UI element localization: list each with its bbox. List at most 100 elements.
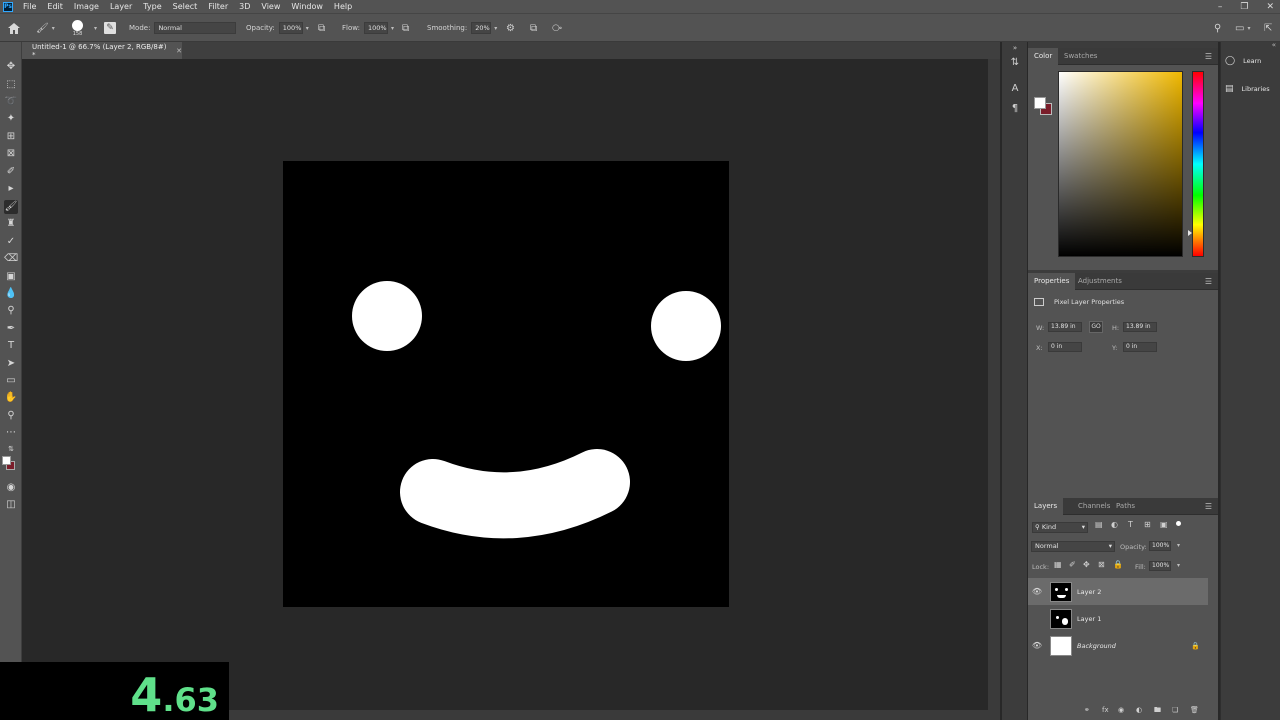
opacity-field[interactable]: 100% [278, 22, 303, 34]
dodge-tool-icon[interactable]: ⚲ [4, 304, 18, 318]
menu-edit[interactable]: Edit [47, 0, 63, 13]
hand-tool-icon[interactable]: ✋ [4, 391, 18, 405]
swap-colors-icon[interactable]: ⇅ [4, 442, 18, 456]
layer-row-layer-2[interactable]: 👁 Layer 2 [1028, 578, 1208, 605]
x-field[interactable]: 0 in [1048, 342, 1082, 352]
learn-button[interactable]: ◯ Learn [1225, 56, 1261, 66]
layer-row-layer-1[interactable]: Layer 1 [1028, 605, 1208, 632]
background-visibility-eye-icon[interactable]: 👁 [1028, 641, 1046, 650]
clone-stamp-tool-icon[interactable]: ♜ [4, 217, 18, 231]
filter-type-icon[interactable]: T [1128, 520, 1133, 529]
gradient-tool-icon[interactable]: ▣ [4, 270, 18, 284]
brush-tool-icon[interactable]: 🖌 [4, 200, 18, 214]
brush-size-caret-icon[interactable]: ▾ [94, 25, 97, 32]
magic-wand-tool-icon[interactable]: ✦ [4, 112, 18, 126]
healing-brush-tool-icon[interactable]: ▸ [4, 182, 18, 196]
smoothing-field[interactable]: 20% [471, 22, 492, 34]
document-canvas[interactable] [283, 161, 729, 607]
brush-size-picker[interactable]: 158 [72, 14, 83, 42]
opacity-caret-icon[interactable]: ▾ [306, 25, 309, 32]
menu-view[interactable]: View [261, 0, 280, 13]
layer-opacity-field[interactable]: 100% [1149, 541, 1171, 551]
height-field[interactable]: 13.89 in [1123, 322, 1157, 332]
tab-swatches[interactable]: Swatches [1058, 48, 1103, 65]
menu-select[interactable]: Select [173, 0, 198, 13]
hue-slider[interactable] [1192, 71, 1204, 257]
mode-select[interactable]: Normal [154, 22, 237, 34]
vertical-scrollbar[interactable] [988, 59, 1000, 720]
paragraph-panel-icon[interactable]: ¶ [1008, 102, 1022, 116]
layer-opacity-caret-icon[interactable]: ▾ [1177, 542, 1180, 549]
menu-window[interactable]: Window [291, 0, 323, 13]
menu-3d[interactable]: 3D [239, 0, 250, 13]
link-dimensions-button[interactable]: GO [1089, 321, 1103, 333]
history-panel-icon[interactable]: ⇅ [1008, 56, 1022, 70]
libraries-button[interactable]: ▤ Libraries [1225, 84, 1270, 94]
flow-field[interactable]: 100% [363, 22, 388, 34]
filter-shape-icon[interactable]: ⊞ [1144, 520, 1151, 529]
search-icon[interactable]: ⚲ [1214, 23, 1221, 34]
lock-artboard-icon[interactable]: ⊠ [1098, 560, 1105, 569]
tab-properties[interactable]: Properties [1028, 273, 1076, 290]
share-icon[interactable]: ⇱ [1264, 23, 1272, 34]
new-group-icon[interactable]: 🖿 [1154, 706, 1161, 717]
color-panel-menu-icon[interactable]: ☰ [1205, 52, 1212, 61]
marquee-tool-icon[interactable]: ⬚ [4, 78, 18, 92]
brush-settings-icon[interactable]: ✎ [104, 14, 116, 42]
symmetry-icon[interactable]: ⧂ [552, 23, 562, 34]
tab-layers[interactable]: Layers [1028, 498, 1064, 515]
dock-expand-icon[interactable]: « [1272, 41, 1276, 49]
new-adjustment-layer-icon[interactable]: ◐ [1136, 706, 1142, 714]
type-tool-icon[interactable]: T [4, 339, 18, 353]
blend-mode-select[interactable]: Normal ▾ [1031, 541, 1115, 552]
dock-collapse-icon[interactable]: » [1008, 41, 1022, 55]
rectangle-tool-icon[interactable]: ▭ [4, 374, 18, 388]
blur-tool-icon[interactable]: 💧 [4, 287, 18, 301]
brush-tool-preset-icon[interactable]: 🖌 ▾ [36, 14, 55, 42]
color-foreground-swatch[interactable] [1034, 97, 1046, 109]
airbrush-icon[interactable]: ⧉ [402, 23, 409, 34]
eyedropper-tool-icon[interactable]: ✐ [4, 165, 18, 179]
close-icon[interactable]: ✕ [1266, 2, 1274, 12]
filter-smart-object-icon[interactable]: ▣ [1160, 520, 1168, 529]
eraser-tool-icon[interactable]: ⌫ [4, 252, 18, 266]
more-tools-icon[interactable]: ⋯ [4, 426, 18, 440]
foreground-color-swatch[interactable] [2, 456, 11, 465]
smoothing-gear-icon[interactable]: ⚙ [506, 23, 515, 34]
filter-toggle-icon[interactable] [1176, 521, 1181, 526]
menu-filter[interactable]: Filter [208, 0, 228, 13]
color-picker-field[interactable] [1058, 71, 1183, 257]
crop-tool-icon[interactable]: ⊞ [4, 130, 18, 144]
layer-filter-kind[interactable]: ⚲ Kind ▾ [1032, 522, 1088, 533]
pressure-size-icon[interactable]: ⧉ [530, 23, 537, 34]
layer-2-visibility-eye-icon[interactable]: 👁 [1028, 587, 1046, 596]
menu-help[interactable]: Help [334, 0, 352, 13]
home-icon[interactable] [8, 14, 20, 42]
tab-adjustments[interactable]: Adjustments [1072, 273, 1128, 290]
character-panel-icon[interactable]: A [1008, 82, 1022, 96]
fill-field[interactable]: 100% [1149, 561, 1171, 571]
document-tab[interactable]: Untitled-1 @ 66.7% (Layer 2, RGB/8#) * ✕ [22, 42, 182, 59]
layer-style-fx-icon[interactable]: fx [1102, 706, 1109, 714]
zoom-tool-icon[interactable]: ⚲ [4, 409, 18, 423]
menu-type[interactable]: Type [143, 0, 161, 13]
menu-image[interactable]: Image [74, 0, 99, 13]
menu-file[interactable]: File [23, 0, 36, 13]
layers-panel-menu-icon[interactable]: ☰ [1205, 502, 1212, 511]
restore-icon[interactable]: ❐ [1240, 2, 1248, 12]
minimize-icon[interactable]: – [1218, 2, 1223, 12]
pressure-opacity-icon[interactable]: ⧉ [318, 23, 325, 34]
link-layers-icon[interactable]: ⚭ [1084, 706, 1090, 714]
tab-paths[interactable]: Paths [1110, 498, 1141, 515]
filter-adjustment-icon[interactable]: ◐ [1111, 520, 1118, 529]
properties-panel-menu-icon[interactable]: ☰ [1205, 277, 1212, 286]
y-field[interactable]: 0 in [1123, 342, 1157, 352]
workspace-icon[interactable]: ▭ [1235, 23, 1244, 34]
layer-row-background[interactable]: 👁 Background 🔒 [1028, 632, 1208, 659]
lasso-tool-icon[interactable]: ➰ [4, 95, 18, 109]
lock-position-icon[interactable]: ✥ [1083, 560, 1090, 569]
canvas-workspace[interactable] [22, 59, 988, 710]
path-selection-tool-icon[interactable]: ➤ [4, 357, 18, 371]
tab-color[interactable]: Color [1028, 48, 1059, 65]
lock-transparent-icon[interactable]: ▦ [1054, 560, 1062, 569]
